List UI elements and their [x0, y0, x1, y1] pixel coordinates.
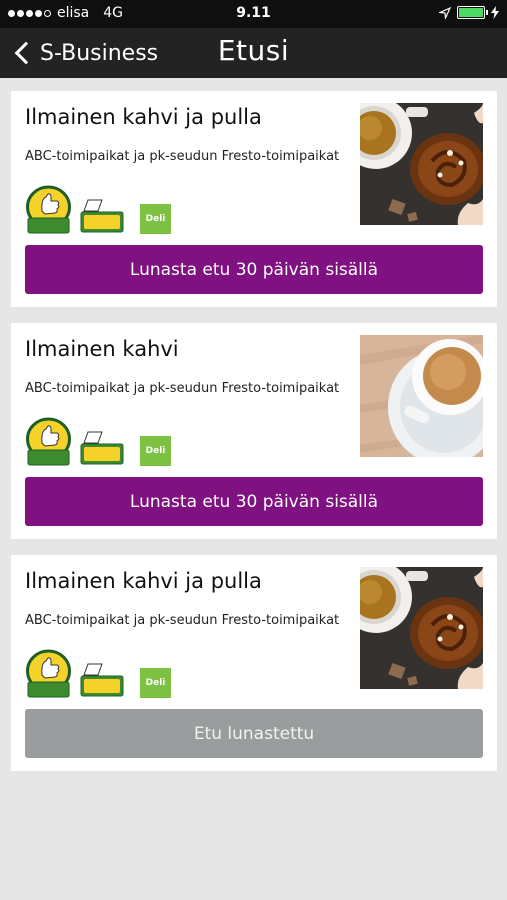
lahi-abc-logo-icon [80, 430, 124, 466]
offer-locations: ABC-toimipaikat ja pk-seudun Fresto-toim… [25, 149, 340, 164]
deli-logo-icon: Deli [140, 204, 171, 234]
redeemed-button: Etu lunastettu [25, 709, 483, 758]
navigation-bar: S-Business Etusi [0, 28, 507, 78]
lahi-abc-logo-icon [80, 198, 124, 234]
back-button[interactable]: S-Business [14, 36, 158, 70]
location-icon [439, 6, 451, 19]
deli-logo-icon: Deli [140, 436, 171, 466]
brand-logos: Deli [25, 649, 171, 699]
offer-title: Ilmainen kahvi ja pulla [25, 569, 262, 593]
status-bar: elisa 4G 9.11 [0, 0, 507, 28]
offer-card: Ilmainen kahvi ja pulla ABC-toimipaikat … [11, 91, 497, 307]
charging-icon [491, 6, 499, 19]
redeem-button[interactable]: Lunasta etu 30 päivän sisällä [25, 477, 483, 526]
offer-photo [360, 335, 483, 457]
chevron-left-icon [14, 41, 38, 65]
abc-logo-icon [25, 185, 72, 235]
battery-icon [457, 6, 488, 19]
brand-logos: Deli [25, 185, 171, 235]
redeem-button[interactable]: Lunasta etu 30 päivän sisällä [25, 245, 483, 294]
abc-logo-icon [25, 417, 72, 467]
offer-photo [360, 103, 483, 225]
offer-card: Ilmainen kahvi ABC-toimipaikat ja pk-seu… [11, 323, 497, 539]
offer-locations: ABC-toimipaikat ja pk-seudun Fresto-toim… [25, 613, 340, 628]
brand-logos: Deli [25, 417, 171, 467]
deli-logo-icon: Deli [140, 668, 171, 698]
offer-title: Ilmainen kahvi ja pulla [25, 105, 262, 129]
back-button-label: S-Business [40, 40, 159, 66]
status-right [439, 6, 499, 19]
offer-locations: ABC-toimipaikat ja pk-seudun Fresto-toim… [25, 381, 340, 396]
offer-photo [360, 567, 483, 689]
offer-card: Ilmainen kahvi ja pulla ABC-toimipaikat … [11, 555, 497, 771]
status-time: 9.11 [236, 5, 271, 21]
lahi-abc-logo-icon [80, 662, 124, 698]
abc-logo-icon [25, 649, 72, 699]
offer-title: Ilmainen kahvi [25, 337, 179, 361]
